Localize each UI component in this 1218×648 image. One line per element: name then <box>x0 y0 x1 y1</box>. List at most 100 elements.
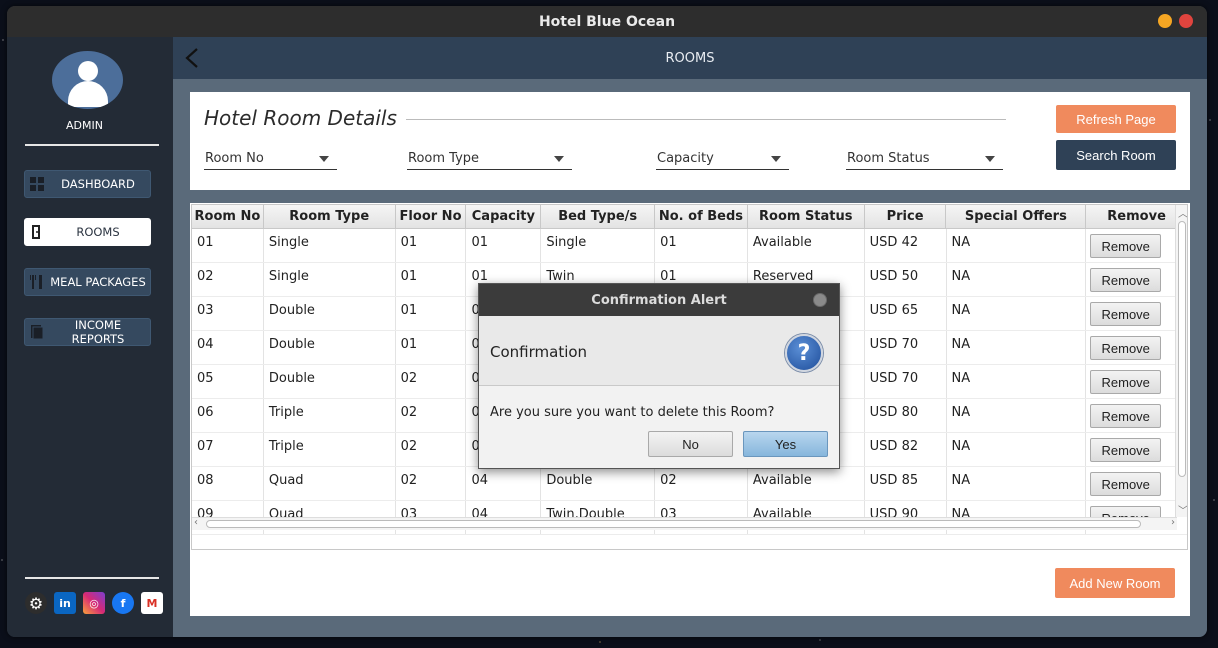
question-icon: ? <box>785 334 823 372</box>
table-cell: USD 65 <box>865 297 947 330</box>
chevron-down-icon <box>554 156 564 162</box>
sidebar-item-rooms[interactable]: ROOMS <box>24 218 151 246</box>
search-room-button[interactable]: Search Room <box>1056 140 1176 170</box>
table-cell: Single <box>264 263 396 296</box>
table-cell: NA <box>947 399 1087 432</box>
table-cell: 06 <box>192 399 264 432</box>
column-header[interactable]: Price <box>865 205 947 228</box>
close-button[interactable] <box>1179 14 1193 28</box>
remove-room-button[interactable]: Remove <box>1090 268 1162 292</box>
header-title: ROOMS <box>665 50 715 66</box>
table-cell: 01 <box>396 263 467 296</box>
remove-room-button[interactable]: Remove <box>1090 370 1162 394</box>
remove-room-button[interactable]: Remove <box>1090 404 1162 428</box>
table-row[interactable]: 01 Single 01 01 Single 01 Available USD 42 NA Rem… <box>192 229 1187 263</box>
table-cell: Triple <box>264 433 396 466</box>
table-cell: USD 42 <box>865 229 947 262</box>
room-no-select-label: Room No <box>205 151 264 166</box>
table-cell: 01 <box>396 297 467 330</box>
report-icon <box>31 325 44 339</box>
table-row[interactable]: 08 Quad 02 04 Double 02 Available USD 85 NA Remov… <box>192 467 1187 501</box>
scrollbar-thumb[interactable] <box>206 520 1141 528</box>
table-cell: NA <box>947 229 1087 262</box>
remove-room-button[interactable]: Remove <box>1090 234 1162 258</box>
table-cell: NA <box>947 331 1087 364</box>
column-header[interactable]: Room Status <box>748 205 865 228</box>
room-no-select[interactable]: Room No <box>204 148 337 170</box>
horizontal-scrollbar[interactable]: ‹ › <box>192 517 1177 530</box>
table-cell: 07 <box>192 433 264 466</box>
minimize-button[interactable] <box>1158 14 1172 28</box>
social-links: ⚙ in ◎ f M <box>25 592 163 614</box>
column-header[interactable]: No. of Beds <box>655 205 748 228</box>
filter-panel: Hotel Room Details Room No Room Type Cap… <box>190 92 1190 190</box>
table-cell: 08 <box>192 467 264 500</box>
table-cell: Available <box>748 467 865 500</box>
table-cell: USD 50 <box>865 263 947 296</box>
scroll-up-icon[interactable]: ︿ <box>1178 205 1187 220</box>
table-cell: 01 <box>466 229 542 262</box>
sidebar-item-label: INCOME REPORTS <box>71 318 125 346</box>
yes-button[interactable]: Yes <box>743 431 828 457</box>
table-cell: 04 <box>192 331 264 364</box>
column-header[interactable]: Room Type <box>264 205 396 228</box>
table-cell: 05 <box>192 365 264 398</box>
sidebar-item-dashboard[interactable]: DASHBOARD <box>24 170 151 198</box>
title-divider <box>406 119 1006 120</box>
dialog-header-text: Confirmation <box>490 343 588 361</box>
gmail-icon[interactable]: M <box>141 592 163 614</box>
scrollbar-thumb[interactable] <box>1178 221 1186 477</box>
user-label: ADMIN <box>66 119 103 132</box>
table-cell: Remove <box>1086 229 1187 262</box>
table-cell: 04 <box>466 467 542 500</box>
vertical-scrollbar[interactable]: ︿ ﹀ <box>1175 205 1187 517</box>
table-cell: USD 80 <box>865 399 947 432</box>
confirmation-dialog: Confirmation Alert Confirmation ? Are yo… <box>478 283 840 469</box>
table-cell: Remove <box>1086 297 1187 330</box>
table-cell: Double <box>264 331 396 364</box>
sidebar-item-label: DASHBOARD <box>61 177 135 191</box>
back-arrow-icon[interactable] <box>183 47 203 69</box>
facebook-icon[interactable]: f <box>112 592 134 614</box>
column-header[interactable]: Remove <box>1086 205 1187 228</box>
capacity-select[interactable]: Capacity <box>656 148 789 170</box>
table-cell: 02 <box>396 365 467 398</box>
refresh-page-button[interactable]: Refresh Page <box>1056 105 1176 133</box>
table-cell: Double <box>541 467 656 500</box>
scroll-left-icon[interactable]: ‹ <box>194 517 198 528</box>
table-cell: Remove <box>1086 399 1187 432</box>
page-title: Hotel Room Details <box>204 106 397 130</box>
scroll-right-icon[interactable]: › <box>1171 517 1175 528</box>
table-cell: 01 <box>396 229 467 262</box>
linkedin-icon[interactable]: in <box>54 592 76 614</box>
table-cell: 02 <box>655 467 748 500</box>
table-cell: Single <box>264 229 396 262</box>
scroll-down-icon[interactable]: ﹀ <box>1178 502 1187 517</box>
room-status-select[interactable]: Room Status <box>846 148 1003 170</box>
instagram-icon[interactable]: ◎ <box>83 592 105 614</box>
column-header[interactable]: Capacity <box>466 205 542 228</box>
chevron-down-icon <box>985 156 995 162</box>
column-header[interactable]: Room No <box>192 205 264 228</box>
table-cell: Available <box>748 229 865 262</box>
window-title: Hotel Blue Ocean <box>538 13 676 30</box>
dialog-close-button[interactable] <box>813 293 827 307</box>
column-header[interactable]: Special Offers <box>946 205 1087 228</box>
remove-room-button[interactable]: Remove <box>1090 472 1162 496</box>
room-type-select[interactable]: Room Type <box>407 148 572 170</box>
page-header: ROOMS <box>173 37 1207 79</box>
add-new-room-button[interactable]: Add New Room <box>1055 568 1175 598</box>
no-button[interactable]: No <box>648 431 733 457</box>
table-cell: NA <box>947 263 1087 296</box>
column-header[interactable]: Bed Type/s <box>541 205 656 228</box>
table-cell: Double <box>264 297 396 330</box>
sidebar-item-meal-packages[interactable]: MEAL PACKAGES <box>24 268 151 296</box>
gear-icon[interactable]: ⚙ <box>25 592 47 614</box>
column-header[interactable]: Floor No <box>396 205 467 228</box>
remove-room-button[interactable]: Remove <box>1090 302 1162 326</box>
table-cell: USD 82 <box>865 433 947 466</box>
remove-room-button[interactable]: Remove <box>1090 438 1162 462</box>
sidebar-item-income-reports[interactable]: INCOME REPORTS <box>24 318 151 346</box>
remove-room-button[interactable]: Remove <box>1090 336 1162 360</box>
dialog-message: Are you sure you want to delete this Roo… <box>490 405 775 420</box>
